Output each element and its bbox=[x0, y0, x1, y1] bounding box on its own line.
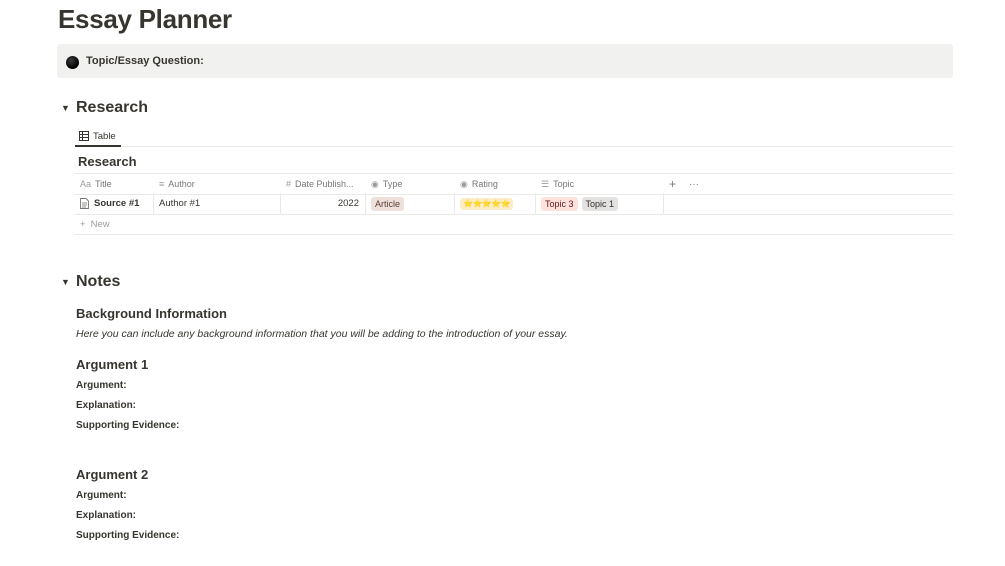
argument-2-explanation[interactable]: Explanation: bbox=[76, 510, 136, 521]
argument-1-explanation[interactable]: Explanation: bbox=[76, 400, 136, 411]
table-row[interactable]: Source #1 Author #1 2022 Article ⭐⭐⭐⭐⭐ T… bbox=[75, 193, 953, 215]
select-icon: ◉ bbox=[371, 178, 379, 189]
argument-1-evidence[interactable]: Supporting Evidence: bbox=[76, 420, 179, 431]
table-icon bbox=[79, 131, 89, 141]
cell-topic[interactable]: Topic 3 Topic 1 bbox=[536, 193, 664, 214]
black-circle-icon bbox=[66, 56, 79, 69]
tab-table[interactable]: Table bbox=[79, 127, 116, 145]
table-header: Aa Title ≡ Author # Date Publish... ◉ Ty… bbox=[75, 173, 953, 195]
topic-tag: Topic 1 bbox=[581, 196, 619, 211]
tab-label: Table bbox=[93, 130, 116, 142]
research-toggle-icon[interactable]: ▼ bbox=[61, 103, 70, 113]
topic-tag: Topic 3 bbox=[541, 196, 578, 211]
argument-1-heading[interactable]: Argument 1 bbox=[76, 357, 148, 372]
notes-heading[interactable]: Notes bbox=[76, 273, 120, 291]
background-heading[interactable]: Background Information bbox=[76, 306, 227, 321]
more-options-button[interactable]: ··· bbox=[689, 174, 699, 194]
new-row-button[interactable]: + New bbox=[75, 214, 953, 235]
document-icon bbox=[80, 198, 89, 209]
text-icon: Aa bbox=[80, 179, 92, 189]
argument-1-argument[interactable]: Argument: bbox=[76, 380, 127, 391]
column-header-title[interactable]: Aa Title bbox=[80, 174, 112, 194]
lines-icon: ≡ bbox=[159, 179, 165, 189]
background-text[interactable]: Here you can include any background info… bbox=[76, 328, 568, 340]
column-header-date[interactable]: # Date Publish... bbox=[286, 174, 354, 194]
select-icon: ◉ bbox=[460, 178, 468, 189]
cell-date[interactable]: 2022 bbox=[281, 193, 366, 214]
cell-title[interactable]: Source #1 bbox=[75, 193, 154, 214]
argument-2-evidence[interactable]: Supporting Evidence: bbox=[76, 530, 179, 541]
notes-toggle-icon[interactable]: ▼ bbox=[61, 277, 70, 287]
cell-type[interactable]: Article bbox=[366, 193, 455, 214]
add-column-button[interactable]: + bbox=[669, 174, 676, 194]
active-tab-indicator bbox=[75, 145, 121, 147]
page-title[interactable]: Essay Planner bbox=[58, 4, 232, 35]
plus-icon: + bbox=[80, 218, 86, 230]
argument-2-argument[interactable]: Argument: bbox=[76, 490, 127, 501]
hash-icon: # bbox=[286, 179, 292, 189]
cell-author[interactable]: Author #1 bbox=[154, 193, 281, 214]
tab-divider bbox=[75, 146, 953, 147]
column-header-topic[interactable]: ☰ Topic bbox=[541, 174, 574, 194]
argument-2-heading[interactable]: Argument 2 bbox=[76, 467, 148, 482]
column-header-author[interactable]: ≡ Author bbox=[159, 174, 195, 194]
rating-stars: ⭐⭐⭐⭐⭐ bbox=[460, 197, 514, 210]
database-title[interactable]: Research bbox=[78, 154, 137, 169]
research-heading[interactable]: Research bbox=[76, 99, 148, 117]
list-icon: ☰ bbox=[541, 178, 550, 189]
callout-text[interactable]: Topic/Essay Question: bbox=[86, 55, 204, 67]
column-header-type[interactable]: ◉ Type bbox=[371, 174, 402, 194]
type-tag: Article bbox=[371, 196, 405, 211]
cell-rating[interactable]: ⭐⭐⭐⭐⭐ bbox=[455, 193, 536, 214]
column-header-rating[interactable]: ◉ Rating bbox=[460, 174, 498, 194]
